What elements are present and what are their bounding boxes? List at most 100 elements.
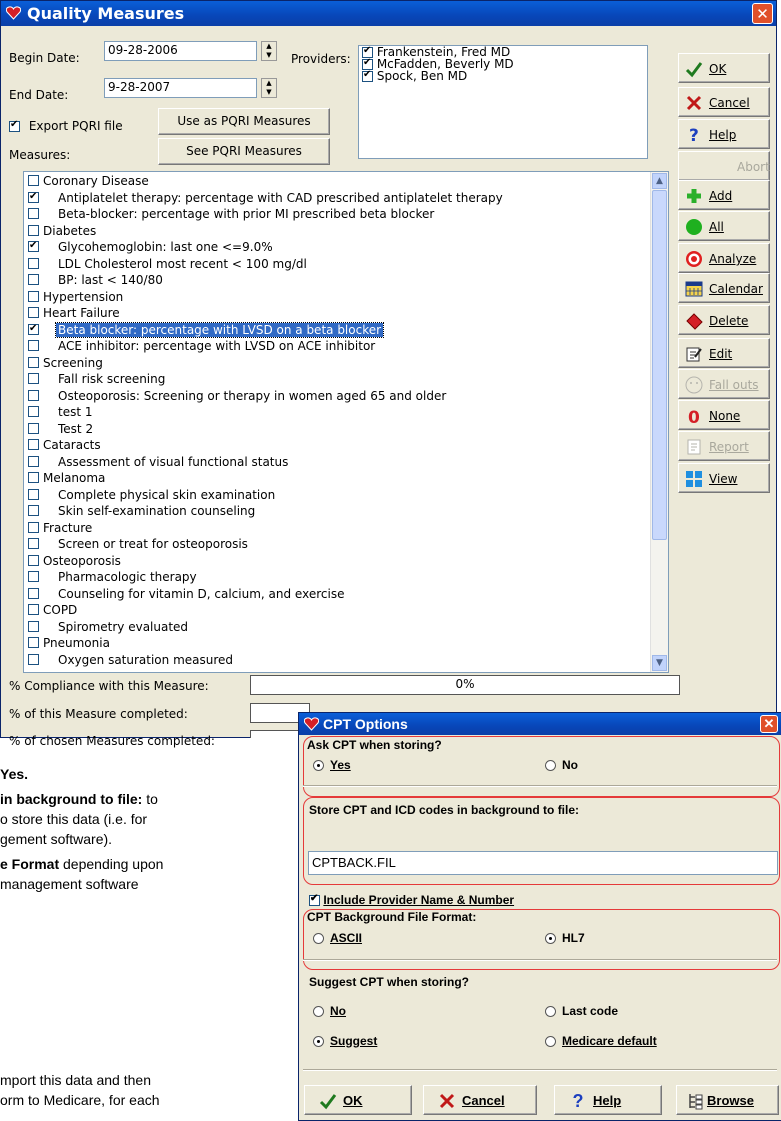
measures-list[interactable]: Coronary Disease Antiplatelet therapy: pe… (23, 171, 669, 673)
measure-checkbox[interactable] (28, 620, 39, 632)
cpt-browse-button[interactable]: Browse (676, 1085, 779, 1115)
measure-checkbox[interactable] (28, 322, 39, 336)
analyze-button[interactable]: Analyze (678, 243, 770, 273)
cpt-cancel-button[interactable]: Cancel (423, 1085, 537, 1115)
measure-checkbox[interactable] (28, 587, 39, 599)
suggest-last-radio[interactable] (545, 1006, 556, 1018)
measure-checkbox[interactable] (28, 208, 39, 219)
begin-date-spinner[interactable]: ▲ ▼ (261, 41, 277, 61)
measure-text: Glycohemoglobin: last one <=9.0% (58, 240, 273, 254)
qm-titlebar[interactable]: Quality Measures ✕ (1, 1, 776, 26)
cancel-button[interactable]: Cancel (678, 87, 770, 117)
scroll-up-arrow[interactable]: ▲ (652, 173, 667, 189)
edit-button[interactable]: Edit (678, 338, 770, 368)
cpt-ok-button[interactable]: OK (304, 1085, 412, 1115)
ask-yes-option[interactable]: Yes (313, 758, 351, 772)
see-pqri-button[interactable]: See PQRI Measures (158, 138, 330, 165)
tree-icon (689, 1094, 703, 1110)
measure-checkbox[interactable] (28, 290, 39, 302)
measure-checkbox[interactable] (28, 505, 39, 516)
measure-checkbox[interactable] (28, 422, 39, 434)
fall-outs-button[interactable]: Fall outs (678, 369, 770, 399)
measure-checkbox[interactable] (28, 653, 39, 665)
measure-text: Fracture (43, 520, 93, 535)
cpt-options-window: CPT Options ✕ Ask CPT when storing? Yes … (298, 712, 781, 1121)
measure-checkbox[interactable] (28, 554, 39, 566)
measure-checkbox[interactable] (28, 175, 39, 186)
measure-checkbox[interactable] (28, 637, 39, 648)
export-pqri-checkbox[interactable] (9, 119, 20, 132)
ask-no-radio[interactable] (545, 760, 556, 772)
providers-list[interactable]: Frankenstein, Fred MD McFadden, Beverly … (358, 45, 648, 159)
faces-icon (685, 376, 703, 394)
begin-date-field[interactable]: 09-28-2006 (104, 41, 257, 61)
begin-date-label-text: Begin Date: (9, 51, 80, 65)
add-button[interactable]: Add (678, 180, 770, 210)
measure-checkbox[interactable] (28, 571, 39, 582)
include-provider-checkbox[interactable] (309, 893, 320, 907)
cpt-close-button[interactable]: ✕ (760, 715, 778, 733)
include-provider-option[interactable]: Include Provider Name & Number (309, 893, 514, 907)
measure-text: Counseling for vitamin D, calcium, and e… (58, 586, 345, 601)
suggest-suggest-option[interactable]: Suggest (313, 1034, 377, 1048)
measure-checkbox[interactable] (28, 356, 39, 368)
ask-yes-radio[interactable] (313, 760, 324, 772)
provider-checkbox[interactable] (362, 69, 373, 82)
measure-checkbox[interactable] (28, 389, 39, 401)
ask-no-option[interactable]: No (545, 758, 578, 772)
measures-scrollbar[interactable]: ▲ ▼ (650, 172, 668, 672)
use-as-pqri-button[interactable]: Use as PQRI Measures (158, 108, 330, 135)
suggest-last-option[interactable]: Last code (545, 1004, 618, 1018)
measure-checkbox[interactable] (28, 472, 39, 483)
measure-checkbox[interactable] (28, 239, 39, 253)
measure-checkbox[interactable] (28, 538, 39, 549)
store-file-input[interactable]: CPTBACK.FIL (308, 851, 778, 875)
measure-checkbox[interactable] (28, 274, 39, 285)
measure-checkbox[interactable] (28, 604, 39, 615)
calendar-button[interactable]: Calendar (678, 273, 770, 303)
end-date-field[interactable]: 9-28-2007 (104, 78, 257, 98)
x-icon (685, 94, 703, 112)
export-pqri-option[interactable]: Export PQRI file (9, 119, 123, 133)
help-button[interactable]: ? Help (678, 119, 770, 149)
scroll-thumb[interactable] (652, 190, 667, 540)
measure-checkbox[interactable] (28, 406, 39, 417)
all-button[interactable]: All (678, 211, 770, 241)
measure-text: Complete physical skin examination (58, 487, 276, 502)
format-hl7-option[interactable]: HL7 (545, 931, 585, 945)
measure-checkbox[interactable] (28, 488, 39, 500)
end-date-spinner[interactable]: ▲ ▼ (261, 78, 277, 98)
qm-close-button[interactable]: ✕ (752, 3, 773, 24)
cpt-help-button[interactable]: ? Help (554, 1085, 662, 1115)
suggest-no-option[interactable]: No (313, 1004, 346, 1018)
suggest-suggest-radio[interactable] (313, 1036, 324, 1048)
ok-button[interactable]: OK (678, 53, 770, 83)
measure-checkbox[interactable] (28, 307, 39, 318)
provider-item[interactable]: Spock, Ben MD (359, 69, 647, 82)
format-ascii-radio[interactable] (313, 933, 324, 945)
abort-button[interactable]: Abort (678, 151, 770, 181)
format-ascii-option[interactable]: ASCII (313, 931, 362, 945)
view-button[interactable]: View (678, 463, 770, 493)
measure-checkbox[interactable] (28, 373, 39, 384)
compliance-bar: 0% (250, 675, 680, 695)
suggest-medicare-option[interactable]: Medicare default (545, 1034, 657, 1048)
delete-button[interactable]: Delete (678, 305, 770, 335)
suggest-medicare-radio[interactable] (545, 1036, 556, 1048)
measure-checkbox[interactable] (28, 340, 39, 351)
measure-checkbox[interactable] (28, 257, 39, 269)
close-icon: ✕ (763, 716, 775, 731)
measure-checkbox[interactable] (28, 521, 39, 533)
scroll-down-arrow[interactable]: ▼ (652, 655, 667, 671)
suggest-no-radio[interactable] (313, 1006, 324, 1018)
side-button-label: Abort (737, 160, 770, 174)
none-button[interactable]: 0 None (678, 400, 770, 430)
report-button[interactable]: Report (678, 431, 770, 461)
measure-checkbox[interactable] (28, 439, 39, 450)
plus-icon (685, 187, 703, 205)
measure-checkbox[interactable] (28, 190, 39, 204)
measure-checkbox[interactable] (28, 455, 39, 467)
cpt-titlebar[interactable]: CPT Options ✕ (299, 713, 781, 735)
measure-checkbox[interactable] (28, 224, 39, 236)
format-hl7-radio[interactable] (545, 933, 556, 945)
